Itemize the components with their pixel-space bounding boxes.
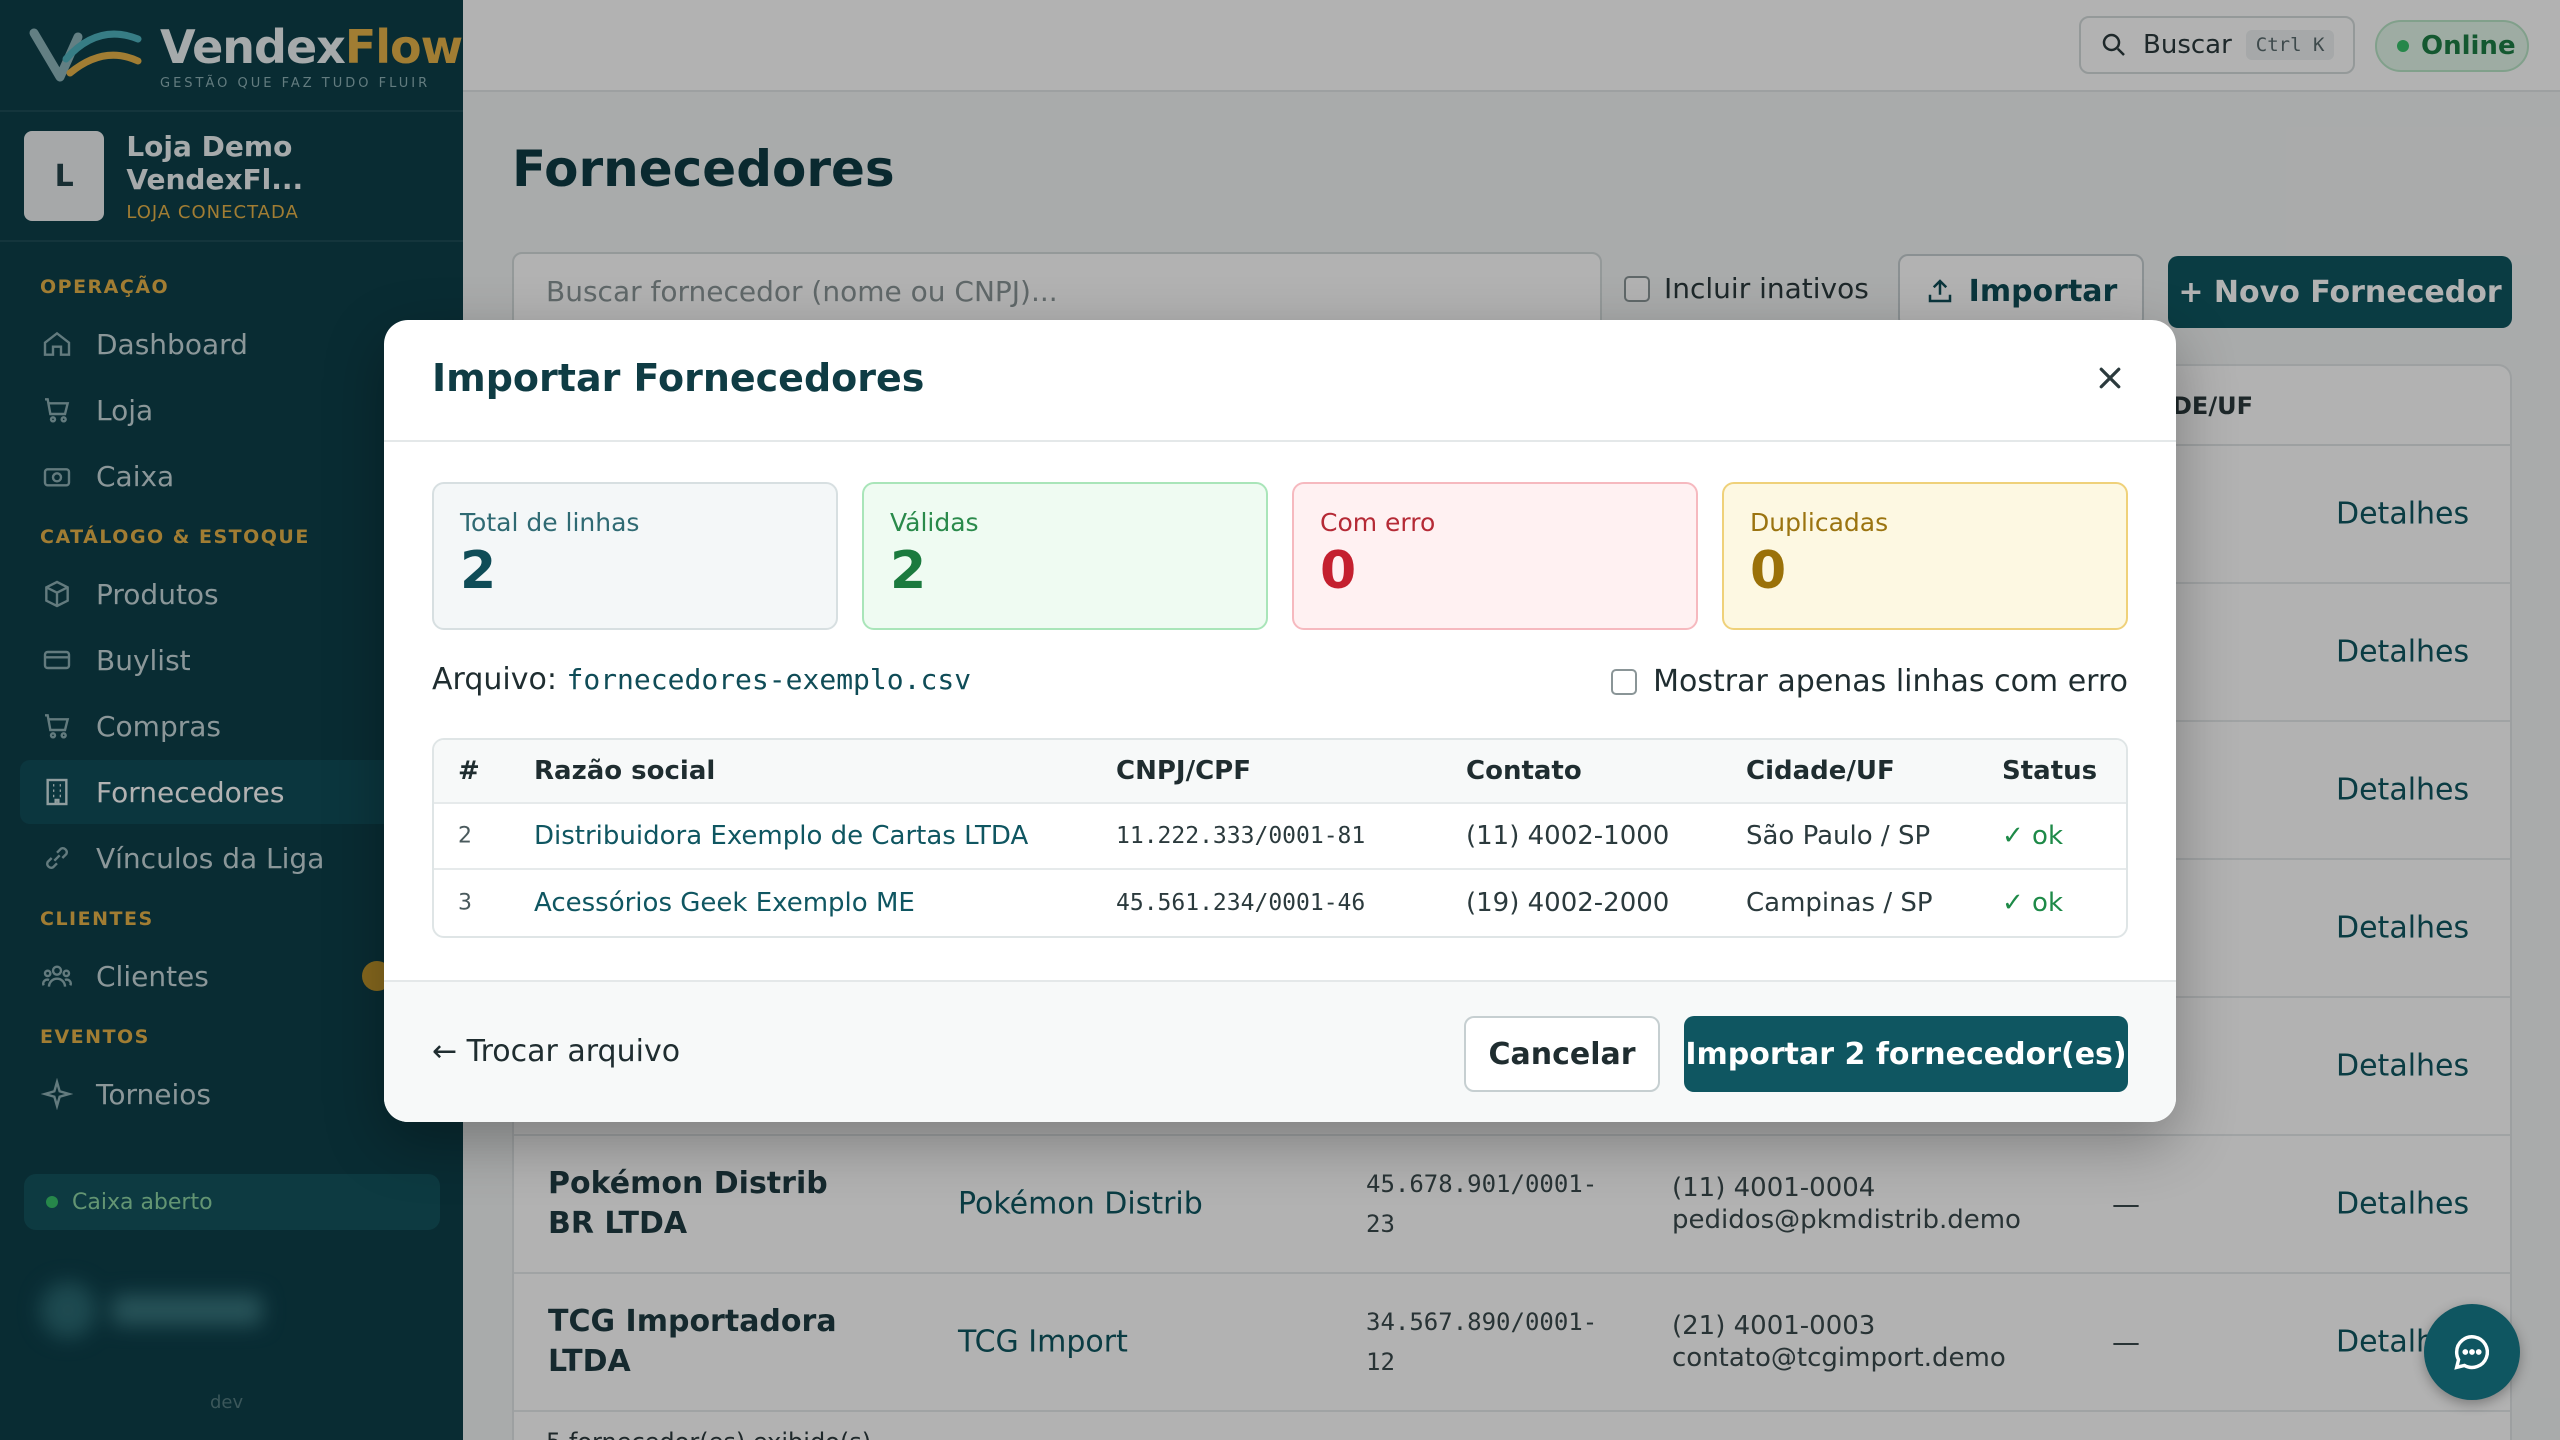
row-number: 2: [458, 823, 472, 849]
column-header-status: Status: [2002, 756, 2098, 786]
row-cnpj: 45.561.234/0001-46: [1116, 890, 1366, 916]
column-header-cidade: Cidade/UF: [1746, 756, 1895, 786]
import-preview-table: # Razão social CNPJ/CPF Contato Cidade/U…: [432, 738, 2128, 938]
column-header-razao: Razão social: [534, 756, 716, 786]
chat-button[interactable]: [2424, 1304, 2520, 1400]
row-cnpj: 11.222.333/0001-81: [1116, 823, 1366, 849]
only-errors-toggle[interactable]: Mostrar apenas linhas com erro: [1611, 664, 2128, 699]
row-razao-social: Distribuidora Exemplo de Cartas LTDA: [534, 821, 1029, 851]
stat-total-lines: Total de linhas 2: [432, 482, 838, 630]
row-status: ✓ ok: [2002, 821, 2064, 851]
import-stats: Total de linhas 2 Válidas 2 Com erro 0 D…: [432, 482, 2128, 630]
column-header-number: #: [458, 756, 480, 786]
only-errors-label: Mostrar apenas linhas com erro: [1653, 664, 2128, 699]
stat-label: Com erro: [1320, 508, 1436, 537]
stat-valid: Válidas 2: [862, 482, 1268, 630]
change-file-button[interactable]: ← Trocar arquivo: [432, 1034, 680, 1069]
file-prefix: Arquivo:: [432, 662, 557, 697]
column-header-contato: Contato: [1466, 756, 1582, 786]
table-row: 2 Distribuidora Exemplo de Cartas LTDA 1…: [434, 804, 2126, 870]
import-suppliers-modal: Importar Fornecedores Total de linhas 2 …: [384, 320, 2176, 1122]
close-button[interactable]: [2092, 360, 2128, 396]
chat-icon: [2454, 1335, 2490, 1370]
stat-label: Válidas: [890, 508, 979, 537]
row-cidade: Campinas / SP: [1746, 888, 1933, 918]
stat-label: Duplicadas: [1750, 508, 1889, 537]
stat-value: 2: [890, 541, 927, 601]
modal-header: Importar Fornecedores: [384, 320, 2176, 442]
column-header-cnpj: CNPJ/CPF: [1116, 756, 1251, 786]
row-number: 3: [458, 890, 472, 916]
stat-label: Total de linhas: [460, 508, 640, 537]
row-cidade: São Paulo / SP: [1746, 821, 1931, 851]
row-razao-social: Acessórios Geek Exemplo ME: [534, 888, 915, 918]
row-contato: (19) 4002-2000: [1466, 888, 1670, 918]
table-header: # Razão social CNPJ/CPF Contato Cidade/U…: [434, 740, 2126, 804]
stat-errors: Com erro 0: [1292, 482, 1698, 630]
modal-title: Importar Fornecedores: [432, 356, 925, 400]
table-row: 3 Acessórios Geek Exemplo ME 45.561.234/…: [434, 870, 2126, 936]
file-info: Arquivo: fornecedores-exemplo.csv: [432, 662, 971, 697]
file-name: fornecedores-exemplo.csv: [566, 663, 972, 696]
cancel-button[interactable]: Cancelar: [1464, 1016, 1660, 1092]
close-icon: [2099, 367, 2121, 389]
only-errors-checkbox[interactable]: [1611, 668, 1638, 695]
stat-value: 0: [1320, 541, 1357, 601]
row-status: ✓ ok: [2002, 888, 2064, 918]
row-contato: (11) 4002-1000: [1466, 821, 1670, 851]
stat-value: 0: [1750, 541, 1787, 601]
stat-value: 2: [460, 541, 497, 601]
confirm-import-button[interactable]: Importar 2 fornecedor(es): [1684, 1016, 2128, 1092]
stat-duplicates: Duplicadas 0: [1722, 482, 2128, 630]
modal-footer: ← Trocar arquivo Cancelar Importar 2 for…: [384, 980, 2176, 1122]
